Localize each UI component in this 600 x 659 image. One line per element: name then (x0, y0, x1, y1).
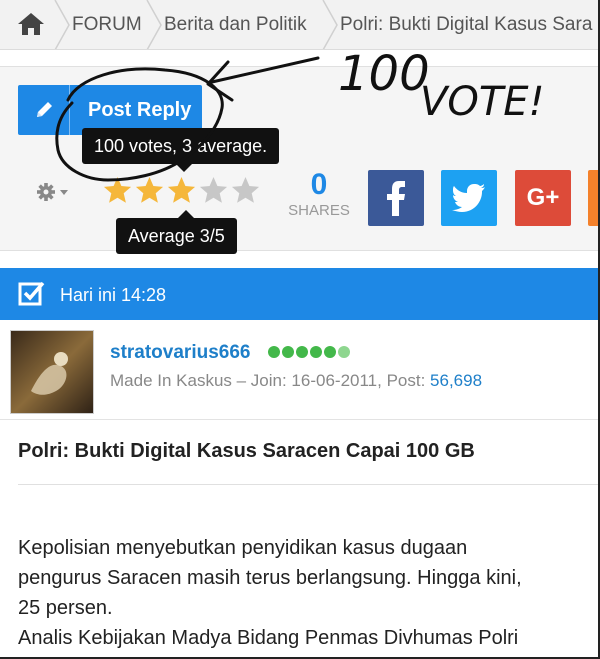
user-meta-text: Made In Kaskus – Join: 16-06-2011, Post: (110, 371, 431, 390)
divider (18, 484, 600, 485)
reputation-dot (310, 346, 322, 358)
avatar[interactable] (10, 330, 94, 414)
google-plus-icon: G+ (526, 184, 560, 211)
star-filled-icon[interactable] (134, 175, 165, 206)
breadcrumb-item-forum[interactable]: FORUM (72, 0, 142, 49)
rating-stars[interactable] (102, 175, 262, 209)
post-title: Polri: Bukti Digital Kasus Saracen Capai… (18, 440, 475, 462)
reputation-dot (268, 346, 280, 358)
pencil-icon (18, 85, 70, 135)
facebook-icon (387, 181, 405, 216)
gear-icon[interactable] (36, 180, 74, 204)
more-share-button[interactable] (588, 170, 600, 226)
reputation-dots (268, 346, 352, 358)
post-author: stratovarius666 Made In Kaskus – Join: 1… (0, 320, 600, 420)
checkbox-icon[interactable] (18, 280, 46, 313)
star-filled-icon[interactable] (166, 175, 197, 206)
reputation-dot (282, 346, 294, 358)
user-meta: Made In Kaskus – Join: 16-06-2011, Post:… (110, 371, 482, 391)
reputation-dot (324, 346, 336, 358)
breadcrumb-separator-icon (54, 0, 70, 49)
shares-label: SHARES (288, 202, 350, 219)
twitter-share-button[interactable] (441, 170, 497, 226)
post-header-bar: Hari ini 14:28 (0, 268, 600, 320)
breadcrumb-item-current: Polri: Bukti Digital Kasus Sara (340, 14, 593, 35)
post-body: Kepolisian menyebutkan penyidikan kasus … (18, 533, 600, 653)
post-body-line: 25 persen. (18, 597, 113, 619)
post-body-line: Analis Kebijakan Madya Bidang Penmas Div… (18, 627, 519, 649)
post-count[interactable]: 56,698 (430, 371, 482, 390)
rating-tooltip: 100 votes, 3 average. (82, 128, 280, 172)
breadcrumb-item-berita[interactable]: Berita dan Politik (164, 0, 307, 49)
post-body-line: pengurus Saracen masih terus berlangsung… (18, 567, 522, 589)
breadcrumb-separator-icon (322, 0, 338, 49)
breadcrumb-separator-icon (146, 0, 162, 49)
rating-average-tooltip: Average 3/5 (116, 210, 237, 254)
home-icon[interactable] (8, 0, 54, 49)
star-empty-icon[interactable] (198, 175, 229, 206)
reputation-dot (338, 346, 350, 358)
google-plus-share-button[interactable]: G+ (515, 170, 571, 226)
shares-counter: 0 SHARES (286, 168, 352, 220)
username[interactable]: stratovarius666 (110, 342, 250, 364)
facebook-share-button[interactable] (368, 170, 424, 226)
twitter-icon (452, 184, 485, 212)
post-body-line: Kepolisian menyebutkan penyidikan kasus … (18, 537, 468, 559)
reputation-dot (296, 346, 308, 358)
star-filled-icon[interactable] (102, 175, 133, 206)
breadcrumb: FORUM Berita dan Politik Polri: Bukti Di… (0, 0, 600, 50)
star-empty-icon[interactable] (230, 175, 261, 206)
shares-count: 0 (310, 168, 328, 201)
post-time: Hari ini 14:28 (60, 285, 167, 305)
